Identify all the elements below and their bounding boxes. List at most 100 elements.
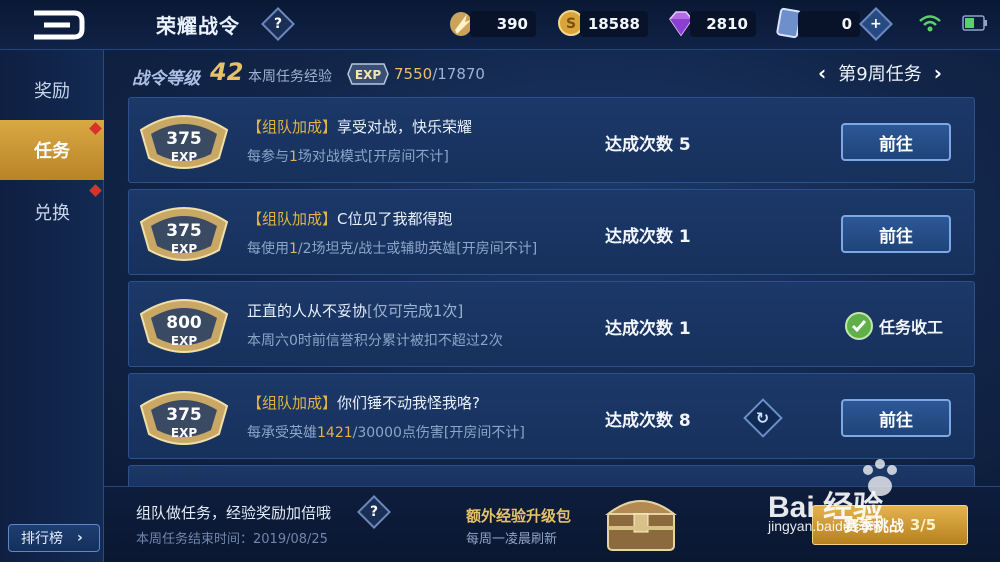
task-title: 正直的人从不妥协[仅可完成1次] <box>247 300 463 321</box>
medal-exp-value: 375 <box>166 129 202 149</box>
battle-pass-level-label: 战令等级 <box>132 69 200 89</box>
weekly-exp-current: 7550 <box>394 65 433 83</box>
go-button[interactable]: 前往 <box>841 399 951 437</box>
plus-icon: + <box>870 15 882 32</box>
sidebar-item-exchange[interactable]: 兑换 <box>0 182 104 242</box>
desc-text: 场对战模式[开房间不计] <box>297 149 449 165</box>
battle-pass-level-value: 42 <box>210 58 244 86</box>
task-card: 800 EXP 正直的人从不妥协[仅可完成1次] 本周六0时前信誉积分累计被扣不… <box>128 281 975 367</box>
go-button[interactable]: 前往 <box>841 215 951 253</box>
medal-exp-unit: EXP <box>171 334 197 348</box>
task-description: 本周六0时前信誉积分累计被扣不超过2次 <box>247 333 503 349</box>
sidebar: 奖励 任务 兑换 <box>0 50 104 562</box>
weekly-exp-label: 本周任务经验 <box>248 69 332 85</box>
desc-text: 每承受英雄 <box>247 425 317 441</box>
sidebar-item-label: 奖励 <box>34 81 70 102</box>
refresh-task-button[interactable]: ↻ <box>743 398 783 438</box>
exp-badge-icon: EXP <box>347 63 389 85</box>
task-end-date: 本周任务结束时间：2019/08/25 <box>136 532 328 547</box>
sidebar-item-label: 兑换 <box>34 203 70 224</box>
completion-count: 达成次数 1 <box>605 222 691 247</box>
medal-exp-value: 800 <box>166 313 202 333</box>
desc-text: 每参与 <box>247 149 289 165</box>
voucher-count: 0 <box>798 11 860 37</box>
task-card: 375 EXP 【组队加成】你们锤不动我怪我咯? 每承受英雄1421/30000… <box>128 373 975 459</box>
desc-highlight: 1 <box>289 241 298 257</box>
chevron-left-icon[interactable]: ‹ <box>818 61 826 85</box>
medal-exp-unit: EXP <box>171 426 197 440</box>
weekly-exp-value: 7550/17870 <box>394 65 485 83</box>
token-count: 390 <box>470 11 536 37</box>
medal-exp-unit: EXP <box>171 242 197 256</box>
task-name: 正直的人从不妥协 <box>247 302 368 320</box>
team-bonus-tag: 【组队加成】 <box>247 210 338 228</box>
question-icon: ? <box>369 504 379 520</box>
desc-text: /2场坦克/战士或辅助英雄[开房间不计] <box>297 241 538 257</box>
chevron-right-icon: › <box>77 530 83 546</box>
task-name: C位见了我都得跑 <box>337 210 453 228</box>
notification-dot <box>89 184 102 197</box>
completion-count: 达成次数 5 <box>605 130 691 155</box>
back-button[interactable] <box>14 8 102 42</box>
count-label: 达成次数 <box>605 411 673 431</box>
task-description: 每承受英雄1421/30000点伤害[开房间不计] <box>247 422 525 442</box>
sidebar-item-rewards[interactable]: 奖励 <box>0 60 104 120</box>
exp-medal-icon: 375 EXP <box>139 115 229 169</box>
medal-exp-unit: EXP <box>171 150 197 164</box>
count-value: 8 <box>678 411 691 431</box>
completion-count: 达成次数 8 <box>605 406 691 431</box>
gold-count: 18588 <box>580 11 648 37</box>
task-card: 375 EXP 【组队加成】C位见了我都得跑 每使用1/2场坦克/战士或辅助英雄… <box>128 189 975 275</box>
task-title: 【组队加成】C位见了我都得跑 <box>247 208 453 229</box>
question-icon: ? <box>273 16 283 32</box>
leaderboard-label: 排行榜 <box>21 531 63 547</box>
page-title: 荣耀战令 <box>156 14 240 38</box>
help-button[interactable]: ? <box>261 7 295 41</box>
desc-highlight: 1 <box>289 149 298 165</box>
team-bonus-tag: 【组队加成】 <box>247 394 338 412</box>
exp-medal-icon: 375 EXP <box>139 207 229 261</box>
task-complete-status: 任务收工 <box>845 312 943 340</box>
exp-badge-text: EXP <box>355 68 381 82</box>
task-card: 375 EXP 【组队加成】享受对战，快乐荣耀 每参与1场对战模式[开房间不计]… <box>128 97 975 183</box>
refresh-icon: ↻ <box>756 408 770 428</box>
team-bonus-tag: 【组队加成】 <box>247 118 338 136</box>
week-navigator: ‹ 第9周任务 › <box>818 60 942 86</box>
status-label: 任务收工 <box>879 318 944 337</box>
desc-text: /30000点伤害[开房间不计] <box>352 425 525 441</box>
desc-highlight: 1421 <box>317 425 353 441</box>
task-name: 享受对战，快乐荣耀 <box>337 118 473 136</box>
count-label: 达成次数 <box>605 227 673 247</box>
count-value: 1 <box>678 319 691 339</box>
treasure-chest-icon[interactable] <box>600 488 682 554</box>
exp-package-title: 额外经验升级包 <box>466 507 572 525</box>
svg-text:S: S <box>566 16 576 32</box>
task-title: 【组队加成】你们锤不动我怪我咯? <box>247 392 480 413</box>
limit-tag: [仅可完成1次] <box>367 302 464 320</box>
medal-exp-value: 375 <box>166 221 202 241</box>
desc-text: 每使用 <box>247 241 289 257</box>
wifi-icon <box>919 15 941 32</box>
count-label: 达成次数 <box>605 319 673 339</box>
go-button[interactable]: 前往 <box>841 123 951 161</box>
task-description: 每参与1场对战模式[开房间不计] <box>247 146 449 166</box>
count-value: 1 <box>678 227 691 247</box>
watermark-url: jingyan.baidu.com <box>768 518 881 534</box>
chevron-right-icon[interactable]: › <box>934 61 942 85</box>
team-bonus-tip: 组队做任务，经验奖励加倍哦 <box>136 504 332 522</box>
diamond-count: 2810 <box>690 11 756 37</box>
back-arrow-icon <box>34 10 85 40</box>
count-label: 达成次数 <box>605 135 673 155</box>
leaderboard-button[interactable]: 排行榜 › <box>8 524 100 552</box>
checkmark-icon <box>845 312 873 340</box>
completion-count: 达成次数 1 <box>605 314 691 339</box>
add-voucher-button[interactable]: + <box>859 7 893 41</box>
count-value: 5 <box>678 135 691 155</box>
task-name: 你们锤不动我怪我咯? <box>337 394 480 412</box>
task-description: 每使用1/2场坦克/战士或辅助英雄[开房间不计] <box>247 238 537 258</box>
notification-dot <box>89 122 102 135</box>
exp-medal-icon: 375 EXP <box>139 391 229 445</box>
sidebar-item-tasks[interactable]: 任务 <box>0 120 104 180</box>
sidebar-item-label: 任务 <box>34 141 70 162</box>
battery-icon <box>962 15 987 31</box>
